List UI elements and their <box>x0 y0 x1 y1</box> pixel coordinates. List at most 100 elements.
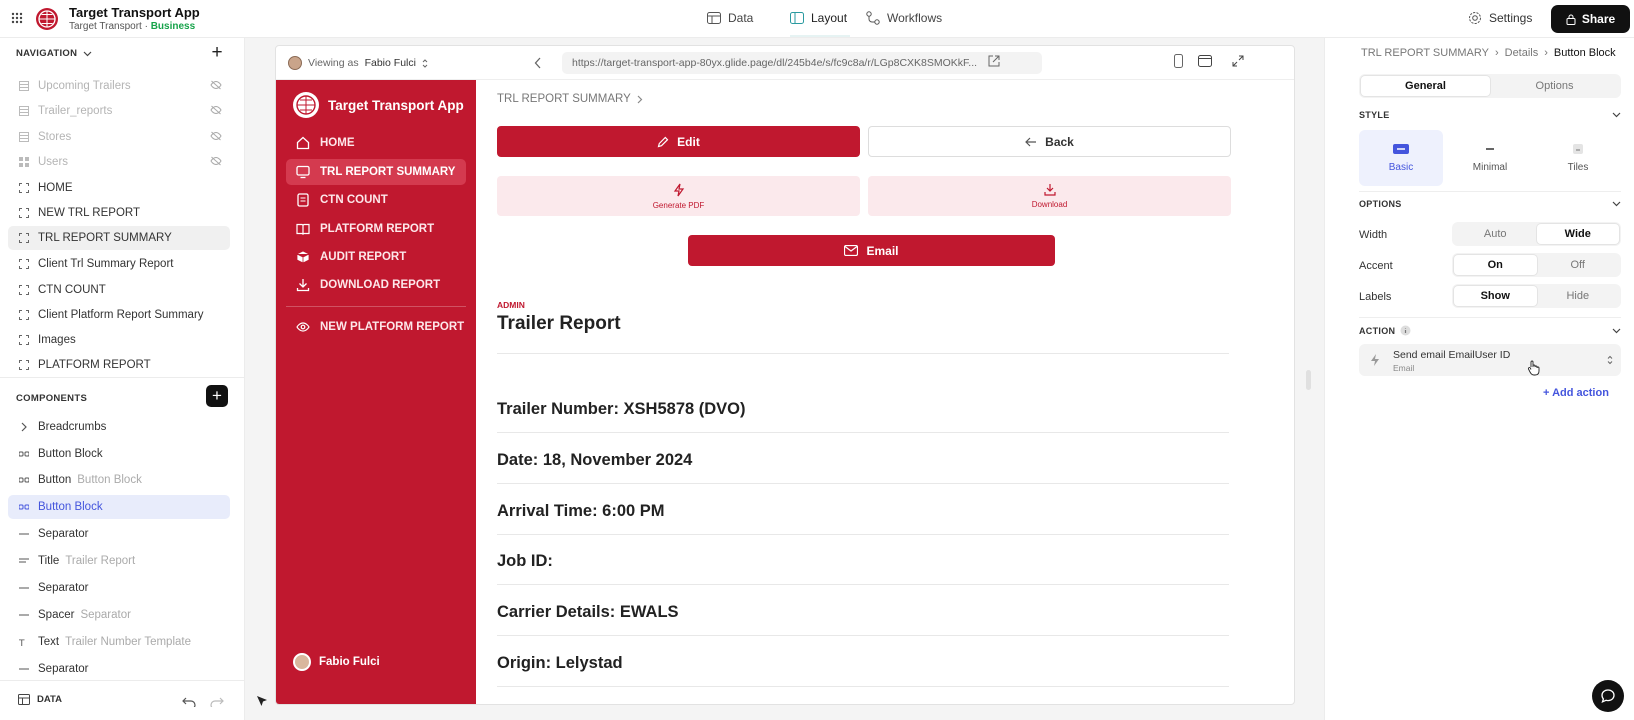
sidebar-user[interactable]: Fabio Fulci <box>293 653 380 671</box>
component-button[interactable]: Button Button Block <box>8 468 230 492</box>
options-section-header[interactable]: OPTIONS <box>1359 199 1621 209</box>
generate-pdf-button[interactable]: Generate PDF <box>497 176 860 216</box>
sidebar-link-platform-report[interactable]: PLATFORM REPORT <box>286 216 466 242</box>
nav-item-trailer-reports[interactable]: Trailer_reports <box>8 99 230 123</box>
action-selector[interactable]: Send email EmailUser ID Email <box>1359 344 1621 376</box>
properties-panel: TRL REPORT SUMMARY › Details › Button Bl… <box>1324 38 1634 720</box>
tab-options[interactable]: Options <box>1490 76 1619 96</box>
sidebar-link-trl-report-summary[interactable]: TRL REPORT SUMMARY <box>286 159 466 185</box>
download-button[interactable]: Download <box>868 176 1231 216</box>
sidebar-link-download-report[interactable]: DOWNLOAD REPORT <box>286 272 466 298</box>
eye-off-icon[interactable] <box>210 80 222 90</box>
labels-hide[interactable]: Hide <box>1537 286 1620 306</box>
action-section-header[interactable]: ACTION <box>1359 325 1621 336</box>
desktop-view-icon[interactable] <box>1198 55 1212 67</box>
style-header-label: STYLE <box>1359 110 1390 120</box>
nav-item-client-platform-summary[interactable]: Client Platform Report Summary <box>8 303 230 327</box>
nav-item-new-trl-report[interactable]: NEW TRL REPORT <box>8 201 230 225</box>
width-wide[interactable]: Wide <box>1536 224 1619 244</box>
nav-item-users[interactable]: Users <box>8 150 230 174</box>
style-minimal[interactable]: Minimal <box>1448 130 1532 186</box>
nav-item-stores[interactable]: Stores <box>8 125 230 149</box>
nav-item-upcoming-trailers[interactable]: Upcoming Trailers <box>8 74 230 98</box>
component-text[interactable]: T Text Trailer Number Template <box>8 630 230 654</box>
back-button[interactable]: Back <box>868 126 1231 157</box>
style-tiles[interactable]: Tiles <box>1536 130 1620 186</box>
undo-icon[interactable] <box>182 697 196 707</box>
apps-grid-icon[interactable] <box>11 12 23 24</box>
gear-icon <box>1469 12 1481 24</box>
chevron-down-icon <box>83 51 92 56</box>
add-component-button[interactable]: + <box>206 385 228 407</box>
edit-button[interactable]: Edit <box>497 126 860 157</box>
redo-icon[interactable] <box>210 697 224 707</box>
resize-handle[interactable] <box>1306 370 1311 390</box>
component-button-block-selected[interactable]: Button Block <box>8 495 230 519</box>
nav-item-home[interactable]: HOME <box>8 176 230 200</box>
accent-off[interactable]: Off <box>1537 255 1620 275</box>
cursor-tool-icon[interactable] <box>256 695 268 707</box>
style-basic[interactable]: Basic <box>1359 130 1443 186</box>
expand-icon[interactable] <box>1232 55 1244 67</box>
tab-layout[interactable]: Layout <box>790 11 847 25</box>
labels-show[interactable]: Show <box>1454 286 1537 306</box>
component-separator[interactable]: Separator <box>8 657 230 681</box>
mobile-view-icon[interactable] <box>1174 54 1183 68</box>
eye-off-icon[interactable] <box>210 131 222 141</box>
eye-off-icon[interactable] <box>210 105 222 115</box>
component-separator[interactable]: Separator <box>8 576 230 600</box>
separator <box>497 534 1229 535</box>
table-icon <box>18 694 30 705</box>
crumb-current: Button Block <box>1553 47 1616 59</box>
navigation-header[interactable]: NAVIGATION <box>16 48 92 59</box>
nav-item-ctn-count[interactable]: CTN COUNT <box>8 278 230 302</box>
preview-toolbar: Viewing as Fabio Fulci https://target-tr… <box>276 46 1294 80</box>
nav-item-trl-report-summary[interactable]: TRL REPORT SUMMARY <box>8 226 230 250</box>
crumb-details[interactable]: Details <box>1505 47 1539 59</box>
tab-data[interactable]: Data <box>707 11 753 25</box>
component-sublabel: Trailer Number Template <box>65 636 191 648</box>
add-screen-button[interactable]: + <box>206 42 228 64</box>
tab-workflows[interactable]: Workflows <box>866 11 942 25</box>
app-brand[interactable]: Target Transport App <box>293 92 464 118</box>
style-section-header[interactable]: STYLE <box>1359 110 1621 120</box>
info-icon[interactable] <box>1400 325 1411 336</box>
nav-item-platform-report[interactable]: PLATFORM REPORT <box>8 353 230 377</box>
breadcrumb[interactable]: TRL REPORT SUMMARY <box>497 93 643 105</box>
component-title[interactable]: Title Trailer Report <box>8 549 230 573</box>
component-button-block[interactable]: Button Block <box>8 442 230 466</box>
component-spacer[interactable]: Spacer Separator <box>8 603 230 627</box>
nav-item-images[interactable]: Images <box>8 328 230 352</box>
sidebar-link-home[interactable]: HOME <box>286 130 466 156</box>
title-icon <box>19 558 29 563</box>
nav-item-client-trl-summary[interactable]: Client Trl Summary Report <box>8 252 230 276</box>
email-button[interactable]: Email <box>688 235 1055 266</box>
share-button[interactable]: Share <box>1551 5 1630 33</box>
separator <box>497 584 1229 585</box>
action-title: Send email EmailUser ID <box>1393 349 1511 361</box>
add-action-button[interactable]: + Add action <box>1543 387 1609 399</box>
data-editor-link[interactable]: DATA <box>18 694 62 705</box>
tab-layout-label: Layout <box>811 11 848 25</box>
sidebar-link-new-platform-report[interactable]: NEW PLATFORM REPORT <box>286 314 466 340</box>
open-external-icon[interactable] <box>988 55 1000 67</box>
sidebar-link-ctn-count[interactable]: CTN COUNT <box>286 187 466 213</box>
url-bar[interactable]: https://target-transport-app-80yx.glide.… <box>562 52 1042 74</box>
field-origin: Origin: Lelystad <box>497 654 623 672</box>
eye-off-icon[interactable] <box>210 156 222 166</box>
back-arrow-icon[interactable] <box>534 57 542 69</box>
accent-toggle: On Off <box>1452 253 1621 277</box>
chat-support-button[interactable] <box>1592 680 1624 712</box>
crumb-screen[interactable]: TRL REPORT SUMMARY <box>1361 47 1489 59</box>
separator-icon <box>19 587 29 589</box>
viewing-as-selector[interactable]: Viewing as Fabio Fulci <box>288 56 428 70</box>
sidebar-link-audit-report[interactable]: AUDIT REPORT <box>286 244 466 270</box>
crumb-separator: › <box>1544 47 1548 59</box>
accent-on[interactable]: On <box>1454 255 1537 275</box>
component-separator[interactable]: Separator <box>8 522 230 546</box>
component-breadcrumbs[interactable]: Breadcrumbs <box>8 415 230 439</box>
tab-general[interactable]: General <box>1361 76 1490 96</box>
width-auto[interactable]: Auto <box>1454 224 1537 244</box>
settings-button[interactable]: Settings <box>1468 11 1532 25</box>
download-label: Download <box>1031 200 1068 209</box>
